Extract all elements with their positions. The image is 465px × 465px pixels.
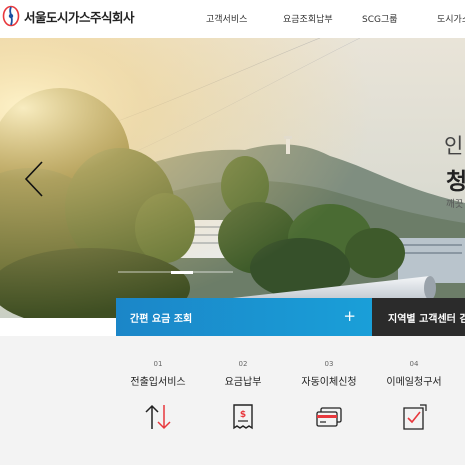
nav-item-customer-service[interactable]: 고객서비스 [206, 12, 247, 25]
service-number: 02 [238, 360, 248, 368]
card-icon [316, 407, 342, 427]
site-header: 서울도시가스주식회사 고객서비스 요금조회납부 SCG그룹 도시가스 [0, 0, 465, 38]
hero-subtitle: 깨끗 [446, 199, 464, 210]
quick-bill-lookup-label: 간편 요금 조회 [130, 313, 193, 325]
service-title: 이메일청구서 [386, 377, 442, 388]
main-nav: 고객서비스 요금조회납부 SCG그룹 도시가스 [0, 12, 465, 26]
hero-title: 청 [446, 169, 465, 195]
service-title: 자동이체신청 [301, 377, 357, 388]
slide-indicator[interactable] [118, 270, 233, 274]
hero-headline: 인 [444, 134, 464, 158]
service-move-in-out[interactable]: 01 전출입서비스 [118, 360, 198, 432]
service-number: 01 [153, 360, 163, 368]
service-number: 03 [324, 360, 334, 368]
email-bill-icon [403, 404, 427, 430]
quick-bill-lookup-button[interactable]: 간편 요금 조회 + [116, 298, 372, 336]
prev-slide-icon[interactable] [22, 160, 46, 198]
service-email-bill[interactable]: 04 이메일청구서 [374, 360, 454, 432]
slide-indicator-active [171, 270, 193, 274]
plus-icon: + [343, 307, 356, 325]
regional-center-search-button[interactable]: 지역별 고객센터 검색 [372, 298, 465, 336]
regional-center-search-label: 지역별 고객센터 검색 [388, 313, 465, 325]
transfer-arrows-icon [145, 404, 171, 430]
nav-item-city-gas[interactable]: 도시가스 [437, 12, 465, 25]
nav-item-scg-group[interactable]: SCG그룹 [362, 12, 398, 25]
bill-icon: $ [233, 404, 253, 430]
service-title: 요금납부 [224, 377, 262, 388]
nav-item-bill-payment[interactable]: 요금조회납부 [283, 12, 333, 25]
service-number: 04 [409, 360, 419, 368]
service-shortcuts: 01 전출입서비스 02 요금납부 $ 03 자동이체신청 04 이메일청구서 [0, 336, 465, 465]
service-title: 전출입서비스 [130, 377, 186, 388]
svg-text:$: $ [240, 410, 246, 420]
hero-banner: 인 청 깨끗 [0, 38, 465, 318]
hero-image [0, 38, 465, 318]
service-auto-transfer[interactable]: 03 자동이체신청 [289, 360, 369, 432]
service-bill-payment[interactable]: 02 요금납부 $ [203, 360, 283, 432]
